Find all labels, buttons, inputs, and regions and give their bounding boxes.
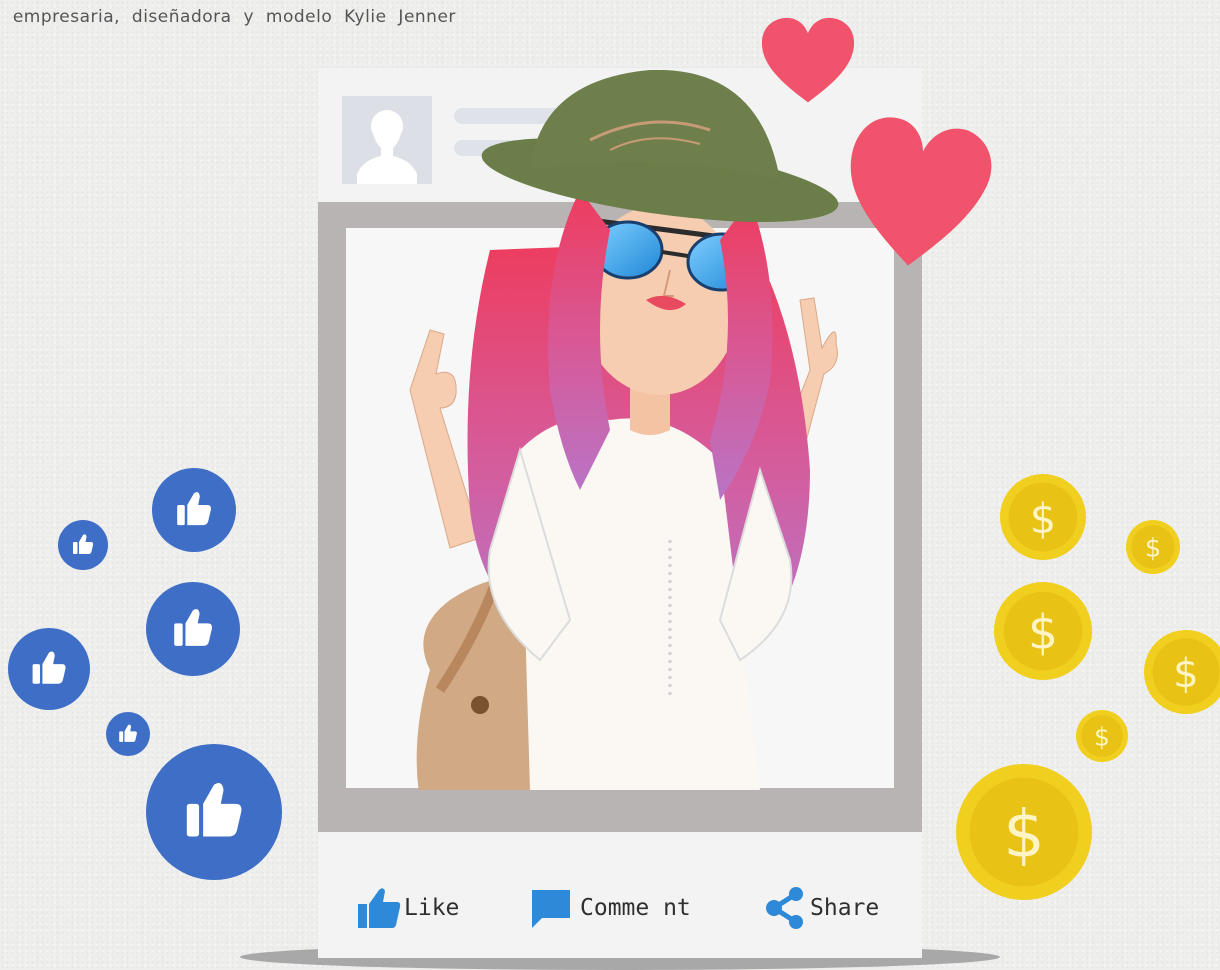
- thumbs-up-icon: [146, 582, 240, 676]
- coin-symbol: $: [1003, 796, 1045, 872]
- thumbs-up-icon: [152, 468, 236, 552]
- heart-icon: [850, 117, 992, 266]
- coin-symbol: $: [1094, 722, 1110, 751]
- dollar-coin-icon: $: [1076, 710, 1128, 762]
- coin-symbol: $: [1173, 650, 1199, 697]
- caption-text: a empresaria, diseñadora y modelo Kylie …: [0, 7, 456, 27]
- dollar-coin-icon: $: [1126, 520, 1180, 574]
- thumbs-up-icon: [58, 520, 108, 570]
- heart-icon: [761, 17, 855, 103]
- character-illustration: [409, 70, 839, 790]
- dollar-coin-icon: $: [956, 764, 1092, 900]
- share-label: Share: [810, 895, 880, 921]
- thumbs-up-icon: [358, 888, 401, 928]
- comment-button[interactable]: Comme nt: [530, 886, 691, 930]
- thumbs-up-icon: [146, 744, 282, 880]
- share-icon: [766, 887, 803, 929]
- coin-symbol: $: [1030, 494, 1056, 542]
- thumbs-up-icon: [8, 628, 90, 710]
- share-button[interactable]: Share: [762, 886, 879, 930]
- like-label: Like: [404, 895, 460, 921]
- coin-symbol: $: [1028, 606, 1058, 661]
- comment-icon: [532, 890, 570, 928]
- dollar-coin-icon: $: [1000, 474, 1086, 560]
- coin-symbol: $: [1145, 534, 1161, 564]
- dollar-coin-icon: $: [1144, 630, 1220, 714]
- like-button[interactable]: Like: [356, 886, 459, 930]
- dollar-coin-icon: $: [994, 582, 1092, 680]
- comment-label: Comme nt: [580, 895, 691, 921]
- thumbs-up-icon: [106, 712, 150, 756]
